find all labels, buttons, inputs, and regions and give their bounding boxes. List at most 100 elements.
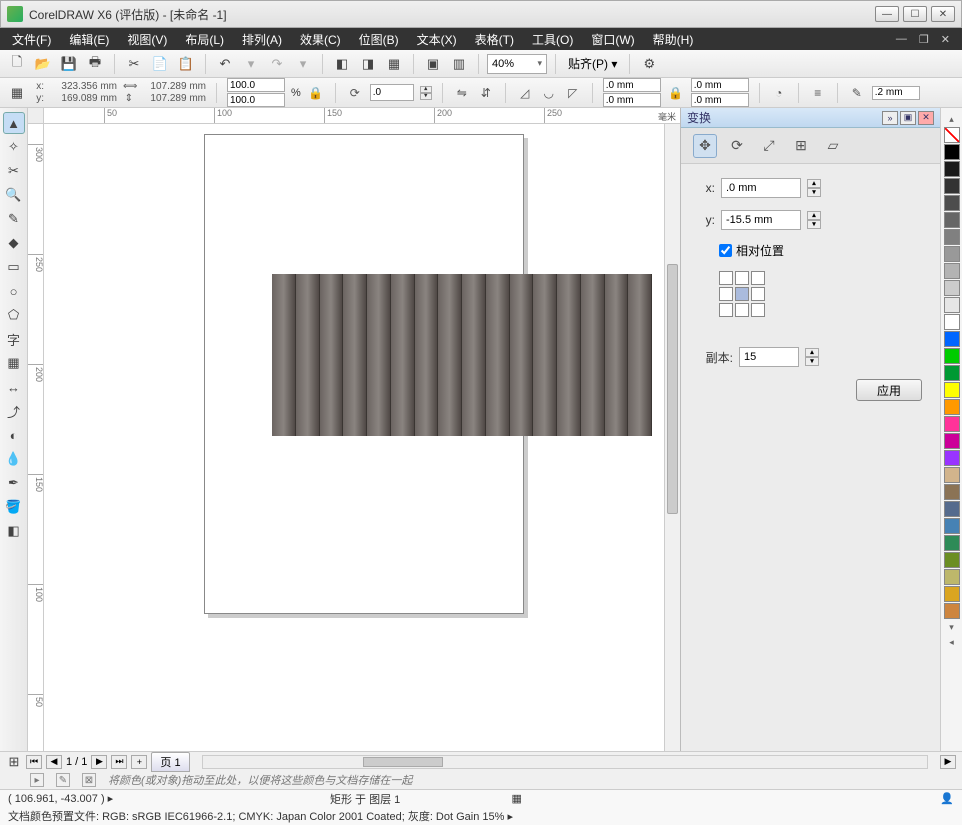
redo-dropdown-icon[interactable]: ▾ bbox=[292, 53, 314, 75]
maximize-button[interactable]: ☐ bbox=[903, 6, 927, 22]
color-swatch[interactable] bbox=[944, 212, 960, 228]
paste-icon[interactable]: 📋 bbox=[175, 53, 197, 75]
corner-tl-input[interactable] bbox=[603, 78, 661, 92]
anchor-grid[interactable] bbox=[719, 271, 765, 317]
color-swatch[interactable] bbox=[944, 450, 960, 466]
pos-x-value[interactable]: 323.356 mm bbox=[47, 81, 117, 92]
scale-y-input[interactable] bbox=[227, 93, 285, 107]
close-button[interactable]: ✕ bbox=[931, 6, 955, 22]
save-icon[interactable]: 💾 bbox=[58, 53, 80, 75]
menu-f[interactable]: 文件(F) bbox=[4, 29, 59, 50]
page-sorter-icon[interactable]: ⊞ bbox=[6, 755, 22, 769]
docker-titlebar[interactable]: 变换 » ▣ ✕ bbox=[681, 108, 940, 128]
docker-pin-icon[interactable]: ▣ bbox=[900, 111, 916, 125]
color-swatch[interactable] bbox=[944, 314, 960, 330]
crop-tool[interactable]: ✂ bbox=[3, 160, 25, 182]
mdi-minimize[interactable]: — bbox=[892, 33, 911, 46]
rectangle-tool[interactable]: ▭ bbox=[3, 256, 25, 278]
user-icon[interactable]: 👤 bbox=[940, 792, 954, 805]
no-color-swatch[interactable] bbox=[944, 127, 960, 143]
fill-tool[interactable]: 🪣 bbox=[3, 496, 25, 518]
copies-input[interactable] bbox=[739, 347, 799, 367]
corner-br-input[interactable] bbox=[691, 93, 749, 107]
pick-tool[interactable]: ▲ bbox=[3, 112, 25, 134]
position-tab-icon[interactable]: ✥ bbox=[693, 134, 717, 158]
palette-scroll-up-icon[interactable]: ▴ bbox=[949, 112, 954, 127]
palette-scroll-down-icon[interactable]: ▾ bbox=[949, 620, 954, 635]
zoom-combo[interactable]: 40% bbox=[487, 54, 547, 74]
smart-fill-tool[interactable]: ◆ bbox=[3, 232, 25, 254]
copy-icon[interactable]: 📄 bbox=[149, 53, 171, 75]
pos-y-value[interactable]: 169.089 mm bbox=[47, 93, 117, 104]
snap-dropdown[interactable]: 贴齐(P) ▾ bbox=[564, 55, 621, 72]
color-swatch[interactable] bbox=[944, 518, 960, 534]
outline-width-input[interactable] bbox=[872, 86, 920, 100]
mdi-close[interactable]: ✕ bbox=[937, 33, 954, 46]
import-icon[interactable]: ◧ bbox=[331, 53, 353, 75]
color-swatch[interactable] bbox=[944, 144, 960, 160]
ruler-origin[interactable] bbox=[28, 108, 44, 124]
corner-tr-input[interactable] bbox=[691, 78, 749, 92]
interactive-tool[interactable]: ◐ bbox=[3, 424, 25, 446]
redo-icon[interactable]: ↷ bbox=[266, 53, 288, 75]
add-page-button[interactable]: + bbox=[131, 755, 147, 769]
zoom-tool[interactable]: 🔍 bbox=[3, 184, 25, 206]
x-spin-down[interactable]: ▾ bbox=[807, 188, 821, 197]
color-swatch[interactable] bbox=[944, 297, 960, 313]
mdi-restore[interactable]: ❐ bbox=[915, 33, 933, 46]
menu-x[interactable]: 文本(X) bbox=[409, 29, 465, 50]
export-icon[interactable]: ◨ bbox=[357, 53, 379, 75]
connector-tool[interactable]: ⤴ bbox=[3, 400, 25, 422]
color-swatch[interactable] bbox=[944, 484, 960, 500]
polygon-tool[interactable]: ⬠ bbox=[3, 304, 25, 326]
hscroll-thumb[interactable] bbox=[363, 757, 443, 767]
spin-up[interactable]: ▴ bbox=[420, 86, 432, 93]
document-palette-bar[interactable]: ▸ ✎ ⊠ 将颜色(或对象)拖动至此处，以便将这些颜色与文档存储在一起 bbox=[0, 771, 962, 789]
scrollbar-thumb[interactable] bbox=[667, 264, 678, 514]
spin-down[interactable]: ▾ bbox=[420, 93, 432, 100]
color-swatch[interactable] bbox=[944, 348, 960, 364]
color-swatch[interactable] bbox=[944, 433, 960, 449]
table-tool[interactable]: ▦ bbox=[3, 352, 25, 374]
corner-bl-input[interactable] bbox=[603, 93, 661, 107]
skew-tab-icon[interactable]: ▱ bbox=[821, 134, 845, 158]
menu-c[interactable]: 效果(C) bbox=[292, 29, 349, 50]
color-swatch[interactable] bbox=[944, 365, 960, 381]
dimension-tool[interactable]: ↔ bbox=[3, 376, 25, 398]
copies-spin-up[interactable]: ▴ bbox=[805, 348, 819, 357]
text-tool[interactable]: 字 bbox=[3, 328, 25, 350]
next-page-button[interactable]: ▶ bbox=[91, 755, 107, 769]
width-value[interactable]: 107.289 mm bbox=[136, 81, 206, 92]
menu-h[interactable]: 帮助(H) bbox=[645, 29, 702, 50]
selected-object[interactable] bbox=[272, 274, 652, 436]
minimize-button[interactable]: — bbox=[875, 6, 899, 22]
menu-a[interactable]: 排列(A) bbox=[234, 29, 290, 50]
undo-icon[interactable]: ↶ bbox=[214, 53, 236, 75]
lock-corners-icon[interactable]: 🔒 bbox=[667, 84, 685, 102]
color-swatch[interactable] bbox=[944, 501, 960, 517]
color-swatch[interactable] bbox=[944, 178, 960, 194]
color-swatch[interactable] bbox=[944, 331, 960, 347]
welcome-icon[interactable]: ▥ bbox=[448, 53, 470, 75]
vertical-ruler[interactable]: 30025020015010050 bbox=[28, 124, 44, 751]
fill-indicator-icon[interactable]: ▦ bbox=[512, 792, 522, 805]
color-swatch[interactable] bbox=[944, 569, 960, 585]
no-fill-icon[interactable]: ⊠ bbox=[82, 773, 96, 787]
y-spin-up[interactable]: ▴ bbox=[807, 211, 821, 220]
mirror-v-icon[interactable]: ⇵ bbox=[477, 84, 495, 102]
cut-icon[interactable]: ✂ bbox=[123, 53, 145, 75]
copies-spin-down[interactable]: ▾ bbox=[805, 357, 819, 366]
prev-page-button[interactable]: ◀ bbox=[46, 755, 62, 769]
eyedropper-tool[interactable]: 💧 bbox=[3, 448, 25, 470]
color-swatch[interactable] bbox=[944, 229, 960, 245]
color-swatch[interactable] bbox=[944, 552, 960, 568]
apply-button[interactable]: 应用 bbox=[856, 379, 922, 401]
canvas[interactable] bbox=[44, 124, 680, 751]
menu-v[interactable]: 视图(V) bbox=[119, 29, 175, 50]
page-tab[interactable]: 页 1 bbox=[151, 752, 189, 772]
palette-menu-icon[interactable]: ▸ bbox=[30, 773, 44, 787]
wrap-text-icon[interactable]: ≡ bbox=[809, 84, 827, 102]
first-page-button[interactable]: ⏮ bbox=[26, 755, 42, 769]
app-launcher-icon[interactable]: ▣ bbox=[422, 53, 444, 75]
y-spin-down[interactable]: ▾ bbox=[807, 220, 821, 229]
